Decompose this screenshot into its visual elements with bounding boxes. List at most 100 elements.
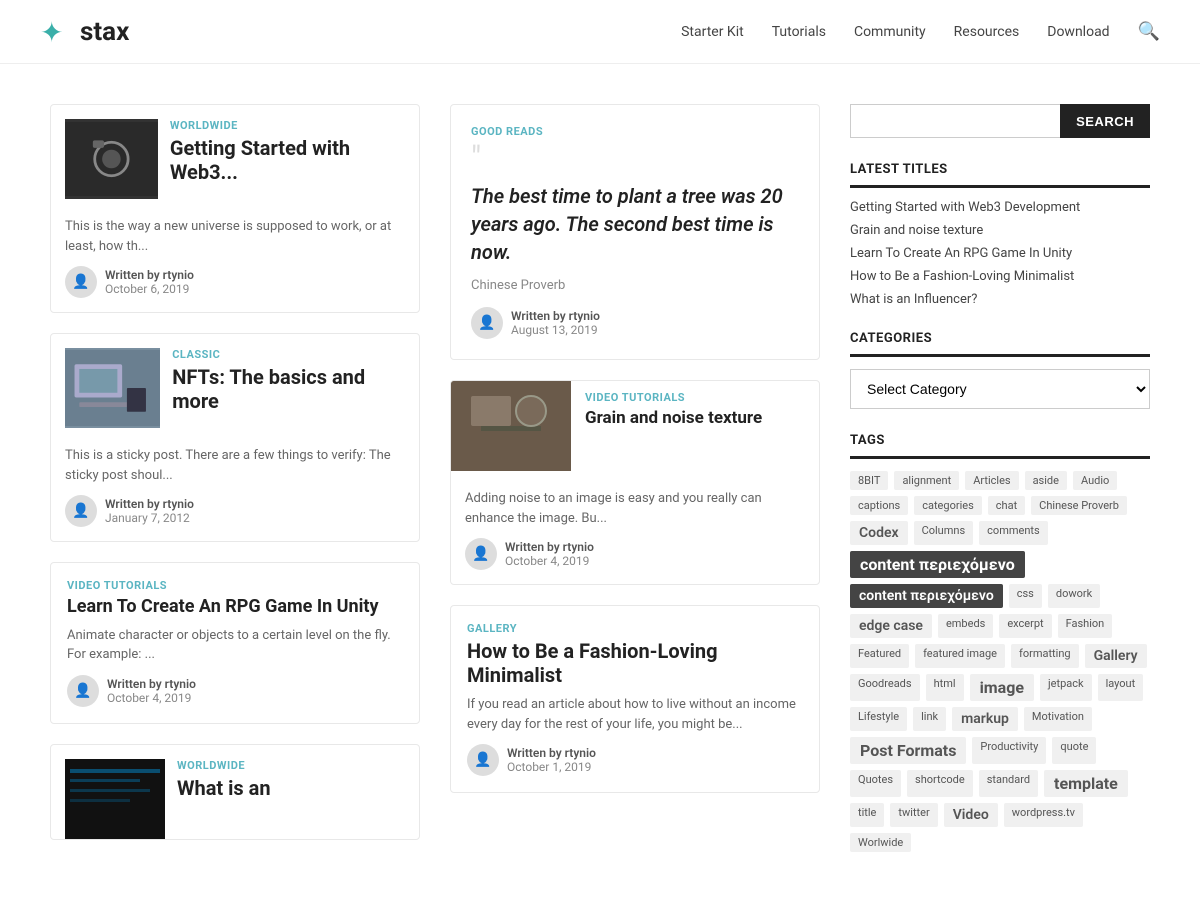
- nav-download[interactable]: Download: [1047, 24, 1109, 40]
- tag-item[interactable]: excerpt: [999, 614, 1051, 638]
- nav-resources[interactable]: Resources: [954, 24, 1020, 40]
- card-nfts-category: CLASSIC: [172, 348, 405, 361]
- tag-item[interactable]: shortcode: [907, 770, 973, 797]
- tag-item[interactable]: content περιεχόμενο: [850, 551, 1025, 578]
- card-rpg-date: October 4, 2019: [107, 691, 196, 705]
- tag-item[interactable]: link: [913, 707, 946, 731]
- latest-title-4[interactable]: What is an Influencer?: [850, 292, 1150, 307]
- nav-community[interactable]: Community: [854, 24, 926, 40]
- card-grain-title[interactable]: Grain and noise texture: [585, 408, 762, 428]
- tag-item[interactable]: Lifestyle: [850, 707, 907, 731]
- header-search-button[interactable]: 🔍: [1138, 21, 1160, 42]
- latest-title-2[interactable]: Learn To Create An RPG Game In Unity: [850, 246, 1150, 261]
- card-quote-meta: 👤 Written by rtynio August 13, 2019: [471, 307, 799, 339]
- tag-item[interactable]: content περιεχόμενο: [850, 584, 1003, 608]
- tag-item[interactable]: chat: [988, 496, 1025, 515]
- tag-item[interactable]: dowork: [1048, 584, 1100, 608]
- card-web3-date: October 6, 2019: [105, 282, 194, 296]
- tag-item[interactable]: template: [1044, 770, 1128, 797]
- tag-item[interactable]: Video: [944, 803, 998, 827]
- tag-item[interactable]: Goodreads: [850, 674, 920, 701]
- card-fashion: GALLERY How to Be a Fashion-Loving Minim…: [450, 605, 820, 793]
- tag-item[interactable]: twitter: [890, 803, 937, 827]
- tag-item[interactable]: embeds: [938, 614, 993, 638]
- card-influencer-title[interactable]: What is an: [177, 776, 271, 800]
- tags-heading: TAGS: [850, 433, 1150, 459]
- tag-item[interactable]: Worlwide: [850, 833, 911, 852]
- latest-title-0[interactable]: Getting Started with Web3 Development: [850, 200, 1150, 215]
- card-grain-avatar: 👤: [465, 538, 497, 570]
- card-web3-header: WORLDWIDE Getting Started with Web3...: [51, 105, 419, 199]
- tag-item[interactable]: comments: [979, 521, 1048, 545]
- logo: ✦ stax: [40, 14, 129, 50]
- card-web3-title[interactable]: Getting Started with Web3...: [170, 136, 405, 184]
- card-quote-author: Written by rtynio: [511, 309, 600, 323]
- nav-tutorials[interactable]: Tutorials: [772, 24, 826, 40]
- tag-item[interactable]: Gallery: [1085, 644, 1147, 668]
- tag-item[interactable]: edge case: [850, 614, 932, 638]
- card-grain-author: Written by rtynio: [505, 540, 594, 554]
- quote-mark-icon: ": [471, 142, 799, 174]
- card-rpg-author: Written by rtynio: [107, 677, 196, 691]
- tag-item[interactable]: featured image: [915, 644, 1005, 668]
- category-select[interactable]: Select CategoryClassicGalleryGood ReadsV…: [850, 369, 1150, 409]
- search-button[interactable]: SEARCH: [1060, 104, 1150, 138]
- card-rpg-meta: 👤 Written by rtynio October 4, 2019: [67, 675, 403, 707]
- card-influencer-category: WORLDWIDE: [177, 759, 271, 772]
- tag-item[interactable]: Codex: [850, 521, 908, 545]
- tag-item[interactable]: captions: [850, 496, 908, 515]
- card-web3-meta: 👤 Written by rtynio October 6, 2019: [65, 266, 405, 298]
- tag-item[interactable]: wordpress.tv: [1004, 803, 1083, 827]
- tag-item[interactable]: Articles: [965, 471, 1018, 490]
- tag-item[interactable]: alignment: [894, 471, 959, 490]
- card-fashion-category: GALLERY: [467, 622, 803, 635]
- tag-item[interactable]: Productivity: [972, 737, 1046, 764]
- tag-item[interactable]: Audio: [1073, 471, 1117, 490]
- tag-item[interactable]: Post Formats: [850, 737, 966, 764]
- card-fashion-avatar: 👤: [467, 744, 499, 776]
- latest-title-3[interactable]: How to Be a Fashion-Loving Minimalist: [850, 269, 1150, 284]
- tag-item[interactable]: Motivation: [1024, 707, 1092, 731]
- tag-item[interactable]: Featured: [850, 644, 909, 668]
- tag-item[interactable]: jetpack: [1040, 674, 1092, 701]
- card-nfts-excerpt: This is a sticky post. There are a few t…: [65, 446, 405, 485]
- middle-column: GOOD READS " The best time to plant a tr…: [450, 104, 820, 852]
- latest-titles-heading: LATEST TITLES: [850, 162, 1150, 188]
- tag-item[interactable]: html: [926, 674, 964, 701]
- main-layout: WORLDWIDE Getting Started with Web3... T…: [30, 64, 1170, 892]
- latest-title-1[interactable]: Grain and noise texture: [850, 223, 1150, 238]
- categories-heading: CATEGORIES: [850, 331, 1150, 357]
- tag-item[interactable]: title: [850, 803, 884, 827]
- card-nfts-avatar: 👤: [65, 495, 97, 527]
- tag-item[interactable]: Columns: [914, 521, 974, 545]
- tag-item[interactable]: standard: [979, 770, 1038, 797]
- card-nfts-title[interactable]: NFTs: The basics and more: [172, 365, 405, 413]
- card-web3-category: WORLDWIDE: [170, 119, 405, 132]
- header: ✦ stax Starter Kit Tutorials Community R…: [0, 0, 1200, 64]
- card-grain-date: October 4, 2019: [505, 554, 594, 568]
- tag-item[interactable]: categories: [914, 496, 982, 515]
- tags-section: TAGS 8BIT alignment Articles aside Audio capt…: [850, 433, 1150, 852]
- card-rpg-category: VIDEO TUTORIALS: [67, 579, 403, 592]
- tag-item[interactable]: Fashion: [1058, 614, 1113, 638]
- card-nfts-image: [65, 348, 160, 428]
- search-input[interactable]: [850, 104, 1060, 138]
- tag-item[interactable]: formatting: [1011, 644, 1079, 668]
- tag-item[interactable]: aside: [1025, 471, 1067, 490]
- tag-item[interactable]: image: [970, 674, 1034, 701]
- logo-text: stax: [80, 17, 129, 47]
- card-web3-avatar: 👤: [65, 266, 97, 298]
- card-rpg-title[interactable]: Learn To Create An RPG Game In Unity: [67, 596, 403, 618]
- tag-item[interactable]: css: [1009, 584, 1042, 608]
- tag-item[interactable]: layout: [1098, 674, 1144, 701]
- tag-item[interactable]: Quotes: [850, 770, 901, 797]
- tag-item[interactable]: quote: [1052, 737, 1096, 764]
- card-grain-image: [451, 381, 571, 471]
- nav-starter-kit[interactable]: Starter Kit: [681, 24, 744, 40]
- card-fashion-title[interactable]: How to Be a Fashion-Loving Minimalist: [467, 639, 803, 687]
- tag-item[interactable]: markup: [952, 707, 1018, 731]
- tag-item[interactable]: Chinese Proverb: [1031, 496, 1127, 515]
- card-web3-author: Written by rtynio: [105, 268, 194, 282]
- tag-item[interactable]: 8BIT: [850, 471, 888, 490]
- card-quote-avatar: 👤: [471, 307, 503, 339]
